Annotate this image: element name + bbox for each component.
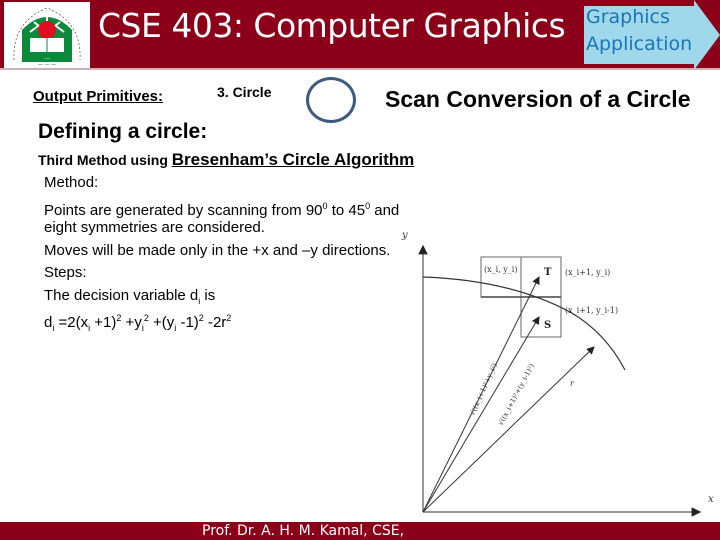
algorithm-name: Bresenham’s Circle Algorithm	[171, 150, 415, 169]
distance-T-label: √((x_i+1)²+y_i²)	[469, 362, 499, 417]
distance-S-line	[422, 316, 540, 513]
line-method: Method:	[44, 174, 99, 191]
text-fragment: The decision variable d	[44, 286, 199, 304]
line-symmetry: eight symmetries are considered.	[44, 219, 265, 236]
footer-author: Prof. Dr. A. H. M. Kamal, CSE,	[202, 523, 405, 539]
pixel-T-label: T	[544, 267, 552, 278]
body-text: Method: Points are generated by scanning…	[44, 172, 400, 333]
circle-arc	[422, 276, 626, 371]
text-fragment: and	[370, 201, 400, 219]
distance-S-label: √((x_i+1)²+(y_i-1)²)	[497, 362, 537, 427]
pixel-current-label: (x_i, y_i)	[484, 265, 517, 274]
radius-label: r	[570, 379, 575, 388]
pixel-S-label: S	[544, 320, 551, 331]
pixel-T	[520, 256, 562, 298]
graphics-application-label[interactable]: Graphics Application	[586, 4, 692, 58]
badge-line-1: Graphics	[586, 6, 670, 28]
svg-text:— — —: — — —	[38, 62, 56, 68]
y-axis-label: y	[401, 230, 408, 241]
circle-icon	[306, 77, 356, 123]
line-points: Points are generated by scanning from 90…	[44, 195, 400, 219]
university-logo: --- — — —	[4, 2, 90, 68]
text-fragment: to 45	[327, 201, 366, 219]
slide-title: Scan Conversion of a Circle	[385, 86, 691, 112]
text-fragment: is	[200, 286, 216, 304]
text-fragment: Points are generated by scanning from 90	[44, 201, 323, 219]
line-formula: di =2(xi +1)2 +yi2 +(yi -1)2 -2r2	[44, 313, 232, 333]
section-heading: Defining a circle:	[38, 120, 208, 143]
pixel-T-coord: (x_i+1, y_i)	[565, 268, 610, 277]
x-axis-label: x	[708, 494, 714, 505]
line-moves: Moves will be made only in the +x and –y…	[44, 241, 391, 259]
radius-line	[422, 346, 595, 513]
method-heading: Third Method using Bresenham’s Circle Al…	[38, 150, 414, 170]
topic-label: 3. Circle	[217, 84, 272, 100]
pixel-S	[520, 296, 562, 338]
method-prefix: Third Method using	[38, 152, 172, 168]
line-steps: Steps:	[44, 264, 87, 281]
pixel-current	[480, 256, 522, 298]
course-title: CSE 403: Computer Graphics	[98, 6, 566, 45]
badge-line-2: Application	[586, 33, 693, 55]
bresenham-diagram: y x (x_i, y_i) T (x_i+1, y_i) S (x_i+1, …	[401, 230, 714, 517]
line-decision: The decision variable di is	[44, 285, 399, 308]
section-label: Output Primitives:	[33, 88, 164, 105]
